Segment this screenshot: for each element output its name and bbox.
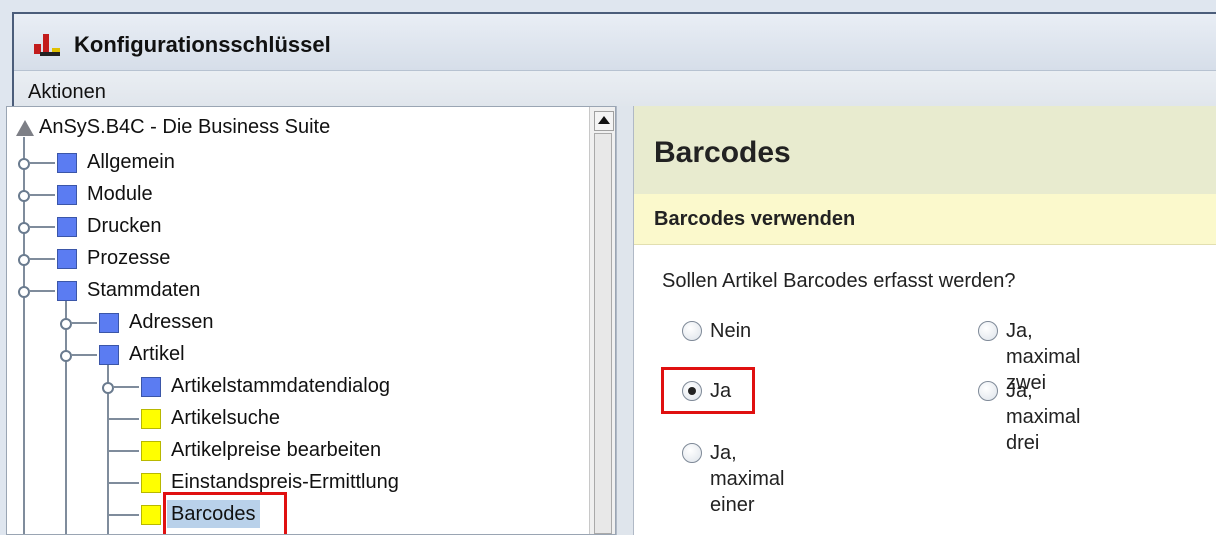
config-tree[interactable]: AnSyS.B4C - Die Business Suite Allgemein… [6, 106, 616, 535]
folder-icon [99, 313, 119, 333]
tree-item-drucken[interactable]: Drucken [87, 212, 161, 240]
folder-icon [99, 345, 119, 365]
question-label: Sollen Artikel Barcodes erfasst werden? [662, 270, 1016, 292]
radio-circle-icon [978, 321, 998, 341]
tree-item-prozesse[interactable]: Prozesse [87, 244, 170, 272]
expand-handle-icon[interactable] [18, 222, 30, 234]
title-bar[interactable]: Konfigurationsschlüssel [14, 14, 1216, 71]
expand-handle-icon[interactable] [18, 254, 30, 266]
expand-handle-icon[interactable] [18, 190, 30, 202]
scroll-up-button[interactable] [594, 111, 614, 131]
menu-aktionen[interactable]: Aktionen [28, 81, 106, 104]
leaf-icon [141, 505, 161, 525]
scroll-thumb[interactable] [594, 133, 612, 534]
root-icon [16, 120, 34, 136]
tree-scrollbar[interactable] [589, 107, 615, 534]
detail-panel: Barcodes Barcodes verwenden Sollen Artik… [634, 106, 1216, 535]
section-header: Barcodes verwenden [634, 194, 1216, 245]
tree-root[interactable]: AnSyS.B4C - Die Business Suite [39, 113, 330, 141]
panel-header: Barcodes [634, 106, 1216, 195]
expand-handle-icon[interactable] [102, 382, 114, 394]
highlight-box [163, 492, 287, 534]
radio-circle-icon [978, 381, 998, 401]
folder-icon [57, 185, 77, 205]
leaf-icon [141, 409, 161, 429]
section-title: Barcodes verwenden [654, 208, 856, 230]
leaf-icon [141, 473, 161, 493]
tree-item-artikelpreise-bearbeiten[interactable]: Artikelpreise bearbeiten [171, 436, 381, 464]
panel-title: Barcodes [654, 136, 791, 169]
leaf-icon [141, 441, 161, 461]
folder-icon [57, 217, 77, 237]
tree-item-module[interactable]: Module [87, 180, 153, 208]
window-title: Konfigurationsschlüssel [74, 32, 331, 57]
radio-circle-icon [682, 321, 702, 341]
tree-item-artikel[interactable]: Artikel [129, 340, 185, 368]
app-icon [34, 34, 60, 56]
expand-handle-icon[interactable] [60, 318, 72, 330]
collapse-handle-icon[interactable] [18, 286, 30, 298]
split-divider[interactable] [616, 106, 634, 535]
collapse-handle-icon[interactable] [60, 350, 72, 362]
tree-item-allgemein[interactable]: Allgemein [87, 148, 175, 176]
tree-item-artikelstammdatendialog[interactable]: Artikelstammdatendialog [171, 372, 390, 400]
folder-icon [141, 377, 161, 397]
folder-icon [57, 249, 77, 269]
highlight-box [661, 367, 755, 414]
folder-icon [57, 281, 77, 301]
expand-handle-icon[interactable] [18, 158, 30, 170]
folder-icon [57, 153, 77, 173]
tree-item-artikelsuche[interactable]: Artikelsuche [171, 404, 280, 432]
tree-item-adressen[interactable]: Adressen [129, 308, 214, 336]
tree-item-stammdaten[interactable]: Stammdaten [87, 276, 200, 304]
radio-circle-icon [682, 443, 702, 463]
triangle-up-icon [598, 116, 610, 124]
